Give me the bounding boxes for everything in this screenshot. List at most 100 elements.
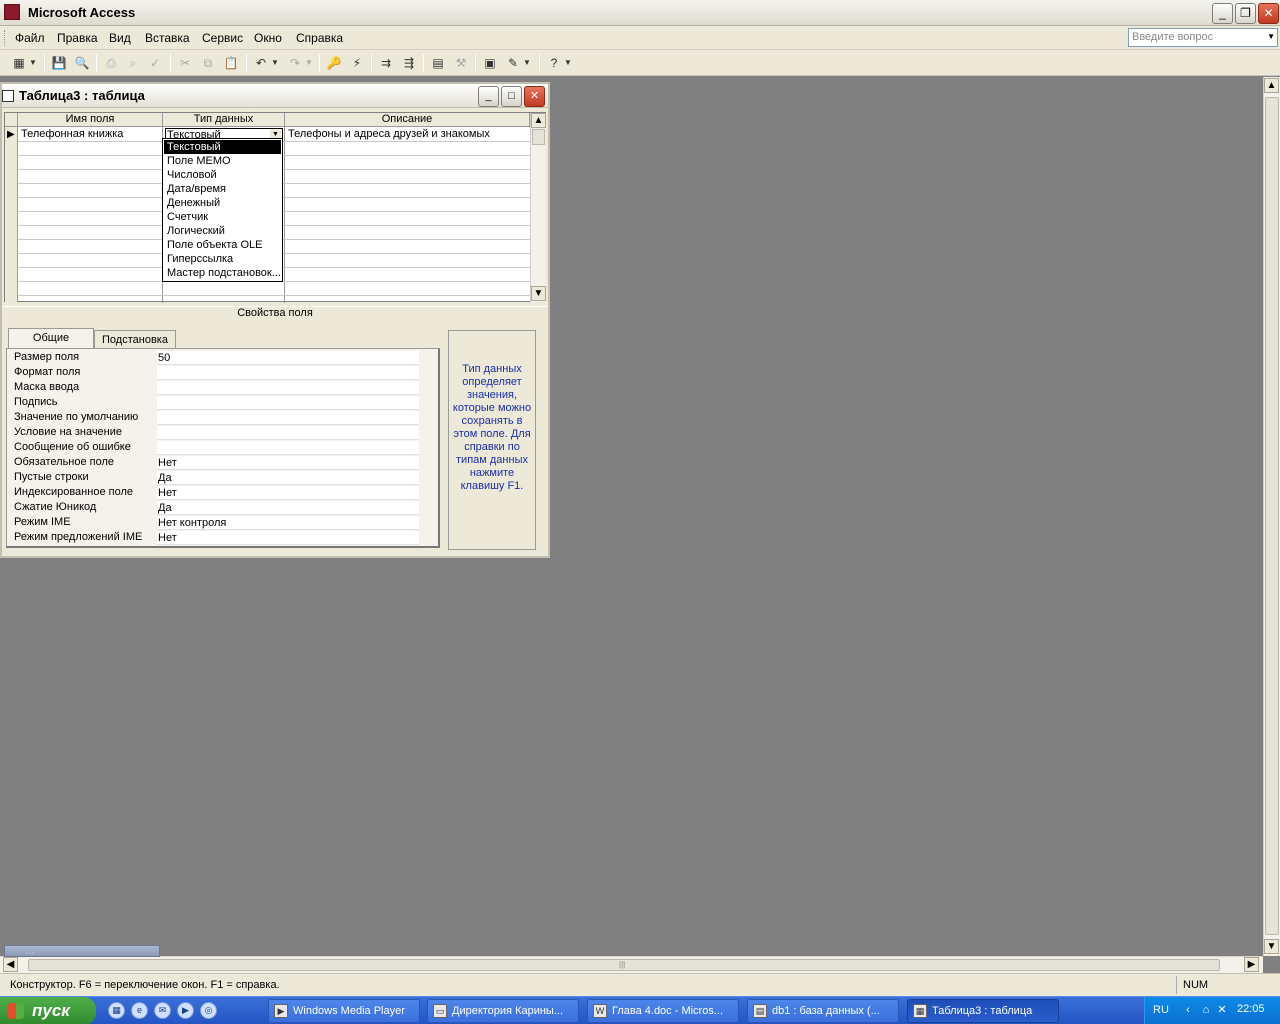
access-key-icon[interactable] bbox=[4, 4, 20, 20]
prop-value-required[interactable]: Нет bbox=[157, 456, 419, 470]
ask-question-input[interactable]: Введите вопрос ▼ bbox=[1128, 28, 1278, 47]
prop-value-caption[interactable] bbox=[157, 396, 419, 410]
redo-dropdown-icon[interactable]: ▼ bbox=[304, 54, 314, 72]
dropdown-option-datetime[interactable]: Дата/время bbox=[164, 182, 281, 196]
menu-window[interactable]: Окно bbox=[254, 31, 282, 45]
row-selector-column[interactable] bbox=[5, 127, 18, 302]
menu-insert[interactable]: Вставка bbox=[145, 31, 190, 45]
dropdown-option-ole[interactable]: Поле объекта OLE bbox=[164, 238, 281, 252]
toolbar-grip[interactable] bbox=[4, 30, 7, 46]
task-database[interactable]: ▤ db1 : база данных (... bbox=[747, 999, 899, 1023]
workspace-horizontal-scrollbar[interactable]: ◀ ||| ▶ bbox=[0, 956, 1263, 973]
chevron-down-icon[interactable]: ▼ bbox=[1267, 32, 1275, 41]
search-file-icon[interactable]: 🔍 bbox=[73, 54, 91, 72]
prop-value-format[interactable] bbox=[157, 366, 419, 380]
horizontal-scroll-thumb[interactable]: ||| bbox=[28, 959, 1220, 971]
description-cell[interactable]: Телефоны и адреса друзей и знакомых bbox=[288, 128, 490, 140]
dropdown-option-yesno[interactable]: Логический bbox=[164, 224, 281, 238]
undo-icon[interactable]: ↶ bbox=[252, 54, 270, 72]
grid-vertical-scrollbar[interactable]: ▲ ▼ bbox=[530, 113, 546, 302]
quicklaunch-outlook-icon[interactable]: ✉ bbox=[154, 1002, 171, 1019]
menu-view[interactable]: Вид bbox=[109, 31, 131, 45]
tray-expand-icon[interactable]: ‹ bbox=[1181, 1003, 1195, 1017]
vertical-scroll-thumb[interactable] bbox=[1265, 97, 1279, 935]
tray-network-icon[interactable]: ⌂ bbox=[1199, 1003, 1213, 1017]
task-windows-media-player[interactable]: ▶ Windows Media Player bbox=[268, 999, 420, 1023]
prop-value-input-mask[interactable] bbox=[157, 381, 419, 395]
spelling-icon[interactable]: ✓ bbox=[146, 54, 164, 72]
print-icon[interactable]: ⎙ bbox=[102, 54, 120, 72]
minimized-window[interactable]: … bbox=[4, 945, 160, 957]
task-folder[interactable]: ▭ Директория Карины... bbox=[427, 999, 579, 1023]
prop-value-allow-zero-length[interactable]: Да bbox=[157, 471, 419, 485]
clock[interactable]: 22:05 bbox=[1237, 1003, 1265, 1015]
dropdown-option-memo[interactable]: Поле MEMO bbox=[164, 154, 281, 168]
dropdown-option-autonumber[interactable]: Счетчик bbox=[164, 210, 281, 224]
scroll-left-icon[interactable]: ◀ bbox=[3, 957, 18, 972]
dropdown-option-lookup-wizard[interactable]: Мастер подстановок... bbox=[164, 266, 281, 280]
help-icon[interactable]: ? bbox=[545, 54, 563, 72]
menu-file[interactable]: Файл bbox=[15, 31, 45, 45]
header-field-name[interactable]: Имя поля bbox=[18, 113, 163, 127]
undo-dropdown-icon[interactable]: ▼ bbox=[270, 54, 280, 72]
view-icon[interactable]: ▦ bbox=[10, 54, 28, 72]
dropdown-option-currency[interactable]: Денежный bbox=[164, 196, 281, 210]
menu-edit[interactable]: Правка bbox=[57, 31, 98, 45]
prop-value-ime-sentence-mode[interactable]: Нет bbox=[157, 531, 419, 545]
tab-general[interactable]: Общие bbox=[8, 328, 94, 349]
redo-icon[interactable]: ↷ bbox=[286, 54, 304, 72]
task-table3[interactable]: ▦ Таблица3 : таблица bbox=[907, 999, 1059, 1023]
table-icon[interactable] bbox=[2, 90, 14, 102]
primary-key-icon[interactable]: 🔑 bbox=[325, 54, 343, 72]
prop-value-validation-text[interactable] bbox=[157, 441, 419, 455]
workspace-vertical-scrollbar[interactable]: ▲ ▼ bbox=[1263, 77, 1280, 956]
child-close-button[interactable]: ✕ bbox=[524, 86, 545, 107]
new-object-icon[interactable]: ✎ bbox=[504, 54, 522, 72]
copy-icon[interactable]: ⧉ bbox=[199, 54, 217, 72]
language-indicator[interactable]: RU bbox=[1153, 1004, 1169, 1016]
close-button[interactable]: ✕ bbox=[1258, 3, 1279, 24]
paste-icon[interactable]: 📋 bbox=[222, 54, 240, 72]
prop-value-unicode-compression[interactable]: Да bbox=[157, 501, 419, 515]
prop-value-validation-rule[interactable] bbox=[157, 426, 419, 440]
print-preview-icon[interactable]: ⌕ bbox=[124, 54, 142, 72]
indexes-icon[interactable]: ⚡ bbox=[348, 54, 366, 72]
dropdown-option-number[interactable]: Числовой bbox=[164, 168, 281, 182]
grid-scroll-down-icon[interactable]: ▼ bbox=[531, 286, 546, 301]
scroll-up-icon[interactable]: ▲ bbox=[1264, 78, 1279, 93]
insert-rows-icon[interactable]: ⇉ bbox=[377, 54, 395, 72]
tray-safely-remove-icon[interactable]: ✕ bbox=[1215, 1003, 1229, 1017]
view-dropdown-icon[interactable]: ▼ bbox=[28, 54, 38, 72]
task-word-document[interactable]: W Глава 4.doc - Micros... bbox=[587, 999, 739, 1023]
menu-tools[interactable]: Сервис bbox=[202, 31, 243, 45]
grid-scroll-thumb[interactable] bbox=[532, 129, 545, 145]
quicklaunch-ie-icon[interactable]: e bbox=[131, 1002, 148, 1019]
dropdown-option-text[interactable]: Текстовый bbox=[164, 140, 281, 154]
prop-value-field-size[interactable]: 50 bbox=[157, 351, 419, 365]
prop-value-indexed[interactable]: Нет bbox=[157, 486, 419, 500]
minimize-button[interactable]: _ bbox=[1212, 3, 1233, 24]
tab-lookup[interactable]: Подстановка bbox=[94, 330, 176, 349]
quicklaunch-desktop-icon[interactable]: ▦ bbox=[108, 1002, 125, 1019]
header-data-type[interactable]: Тип данных bbox=[163, 113, 285, 127]
field-name-cell[interactable]: Телефонная книжка bbox=[21, 128, 123, 140]
cut-icon[interactable]: ✂ bbox=[176, 54, 194, 72]
dropdown-option-hyperlink[interactable]: Гиперссылка bbox=[164, 252, 281, 266]
start-button[interactable]: пуск bbox=[0, 997, 96, 1024]
grid-scroll-up-icon[interactable]: ▲ bbox=[531, 113, 546, 128]
prop-value-default[interactable] bbox=[157, 411, 419, 425]
prop-value-ime-mode[interactable]: Нет контроля bbox=[157, 516, 419, 530]
scroll-down-icon[interactable]: ▼ bbox=[1264, 939, 1279, 954]
quicklaunch-mediaplayer-icon[interactable]: ▶ bbox=[177, 1002, 194, 1019]
toolbar-options-icon[interactable]: ▼ bbox=[563, 54, 573, 72]
restore-button[interactable]: ❐ bbox=[1235, 3, 1256, 24]
quicklaunch-app-icon[interactable]: ◎ bbox=[200, 1002, 217, 1019]
properties-icon[interactable]: ▤ bbox=[429, 54, 447, 72]
scroll-right-icon[interactable]: ▶ bbox=[1244, 957, 1259, 972]
child-maximize-button[interactable]: □ bbox=[501, 86, 522, 107]
new-object-dropdown-icon[interactable]: ▼ bbox=[522, 54, 532, 72]
delete-rows-icon[interactable]: ⇶ bbox=[400, 54, 418, 72]
menu-help[interactable]: Справка bbox=[296, 31, 343, 45]
header-description[interactable]: Описание bbox=[285, 113, 530, 127]
database-window-icon[interactable]: ▣ bbox=[481, 54, 499, 72]
